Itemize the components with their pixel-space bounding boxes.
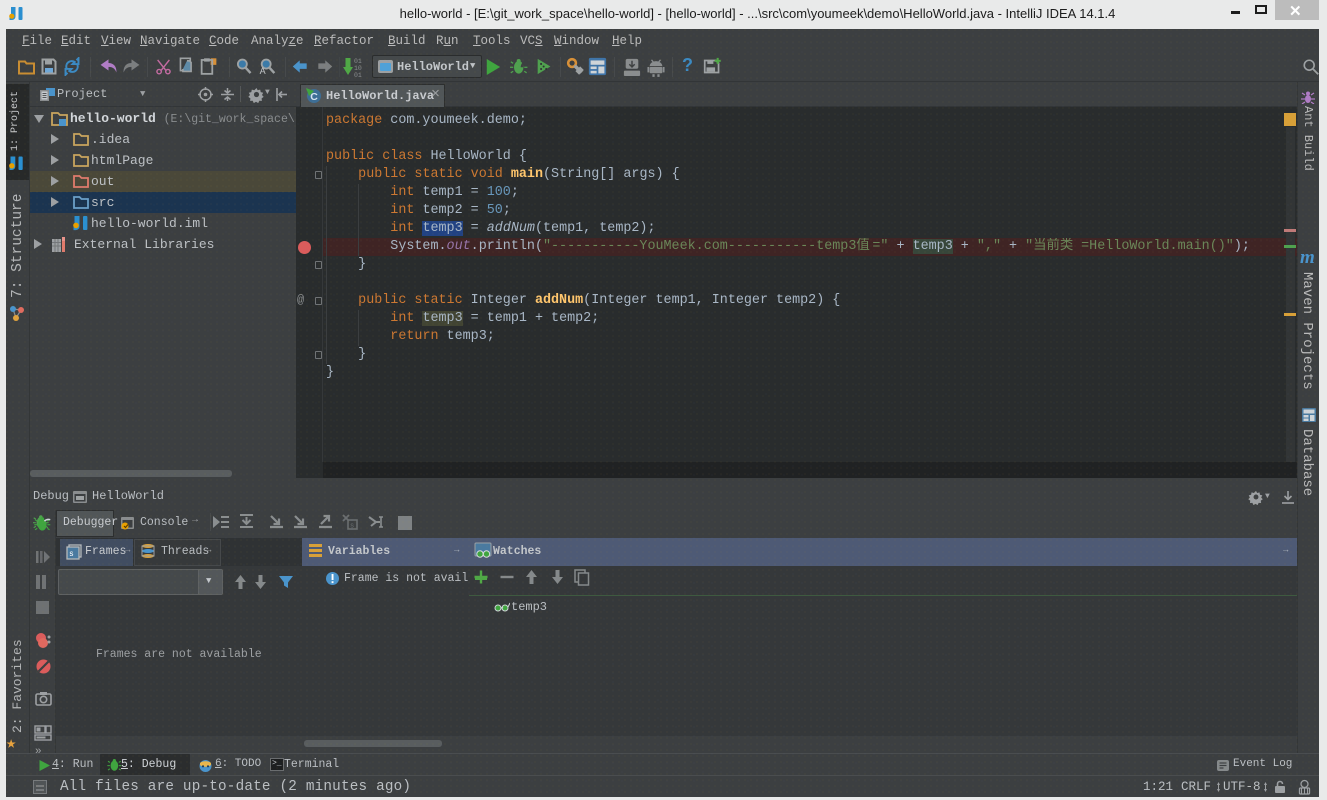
svg-text:A: A — [260, 66, 266, 76]
svg-text:s: s — [69, 550, 74, 559]
svg-text:s: s — [350, 523, 354, 531]
